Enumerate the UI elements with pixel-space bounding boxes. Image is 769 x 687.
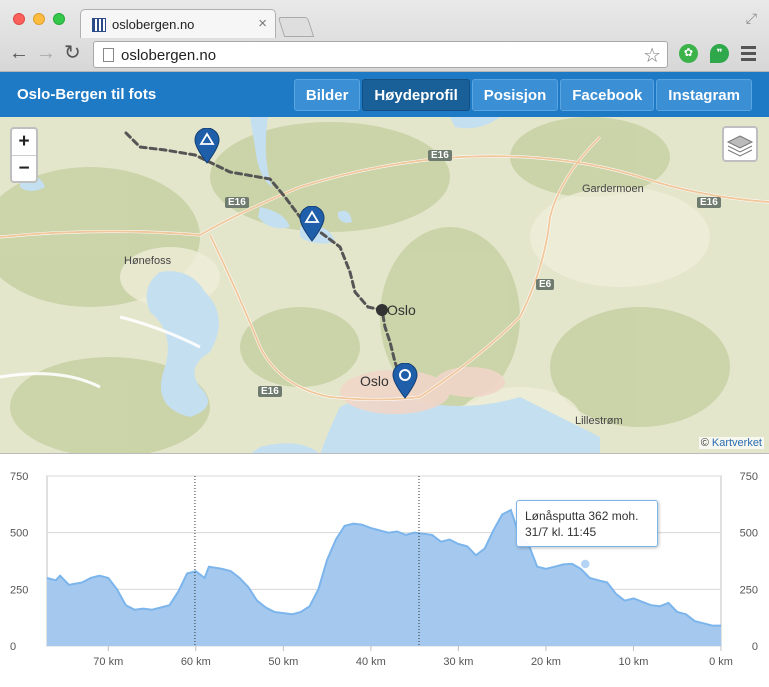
camp-marker-icon[interactable] [194, 128, 220, 164]
reload-button[interactable]: ↻ [64, 43, 81, 63]
browser-menu-icon[interactable] [741, 46, 756, 64]
attribution-link[interactable]: Kartverket [712, 437, 762, 449]
x-tick-label: 40 km [356, 656, 386, 668]
place-label-honefoss: Hønefoss [124, 255, 172, 267]
close-window-icon[interactable] [13, 13, 25, 25]
map[interactable]: Hønefoss Gardermoen Lillestrøm Oslo Oslo… [0, 117, 769, 454]
y-tick-label-left: 750 [10, 471, 28, 483]
x-tick-label: 60 km [181, 656, 211, 668]
back-button[interactable]: ← [9, 43, 29, 63]
zoom-out-button[interactable]: − [12, 155, 36, 181]
tab-close-icon[interactable]: × [258, 15, 267, 32]
x-tick-label: 70 km [93, 656, 123, 668]
road-shield-e16: E16 [428, 150, 452, 161]
x-tick-label: 0 km [709, 656, 733, 668]
x-tick-label: 20 km [531, 656, 561, 668]
main-nav: Bilder Høydeprofil Posisjon Facebook Ins… [292, 79, 752, 111]
nav-facebook[interactable]: Facebook [560, 79, 655, 111]
zoom-control: + − [10, 127, 38, 183]
nav-instagram[interactable]: Instagram [656, 79, 752, 111]
layers-icon [726, 135, 754, 157]
hover-point [579, 558, 592, 570]
road-shield-e16: E16 [258, 386, 282, 397]
city-label-oslo: Oslo [360, 373, 389, 389]
new-tab-button[interactable] [277, 17, 315, 37]
minimize-window-icon[interactable] [33, 13, 45, 25]
address-bar[interactable]: oslobergen.no ☆ [93, 41, 668, 68]
map-attribution: © Kartverket [698, 437, 764, 449]
tooltip-time: 31/7 kl. 11:45 [525, 525, 597, 539]
page-icon [103, 48, 114, 62]
zoom-in-button[interactable]: + [12, 129, 36, 155]
chat-extension-icon[interactable]: ❞ [710, 44, 729, 63]
route-point-label: Oslo [387, 302, 416, 318]
fullscreen-icon[interactable]: ⤢ [746, 10, 757, 27]
extension-icon[interactable]: ✿ [679, 44, 698, 63]
start-marker-icon[interactable] [392, 363, 418, 399]
browser-chrome: oslobergen.no × ⤢ ← → ↻ oslobergen.no ☆ … [0, 0, 769, 72]
layers-button[interactable] [722, 126, 758, 162]
url-text[interactable]: oslobergen.no [121, 47, 216, 64]
nav-bilder[interactable]: Bilder [293, 79, 361, 111]
maximize-window-icon[interactable] [53, 13, 65, 25]
road-shield-e16: E16 [697, 197, 721, 208]
y-tick-label-left: 250 [10, 584, 28, 596]
attribution-copyright: © [700, 437, 709, 449]
elevation-chart-panel: 0 0 250 250 500 500 750 750 70 km 60 km 50 km 40 km… [0, 455, 769, 682]
tooltip-title: Lønåsputta 362 moh. [525, 509, 639, 523]
nav-hoydeprofil[interactable]: Høydeprofil [362, 79, 470, 111]
camp-marker-icon[interactable] [299, 206, 325, 242]
map-canvas [0, 117, 769, 453]
road-shield-e16: E16 [225, 197, 249, 208]
place-label-gardermoen: Gardermoen [582, 183, 644, 195]
nav-posisjon[interactable]: Posisjon [471, 79, 559, 111]
tab-title: oslobergen.no [112, 17, 195, 32]
y-tick-label-left: 500 [10, 528, 28, 540]
site-title[interactable]: Oslo-Bergen til fots [17, 86, 156, 103]
y-tick-label-right: 0 [752, 641, 758, 653]
chart-tooltip: Lønåsputta 362 moh. 31/7 kl. 11:45 [516, 500, 658, 547]
y-tick-label-left: 0 [10, 641, 16, 653]
place-label-lillestrom: Lillestrøm [575, 415, 623, 427]
x-tick-label: 50 km [268, 656, 298, 668]
browser-tab[interactable]: oslobergen.no × [80, 9, 276, 38]
site-header: Oslo-Bergen til fots Bilder Høydeprofil … [0, 72, 769, 117]
elevation-chart[interactable]: 0 0 250 250 500 500 750 750 70 km 60 km 50 km 40 km… [0, 455, 769, 682]
x-tick-label: 30 km [443, 656, 473, 668]
road-shield-e6: E6 [536, 279, 555, 290]
x-tick-label: 10 km [618, 656, 648, 668]
bookmark-star-icon[interactable]: ☆ [643, 43, 661, 68]
favicon-icon [92, 18, 106, 32]
forward-button[interactable]: → [36, 43, 56, 63]
y-tick-label-right: 250 [740, 584, 758, 596]
y-tick-label-right: 500 [740, 528, 758, 540]
y-tick-label-right: 750 [740, 471, 758, 483]
